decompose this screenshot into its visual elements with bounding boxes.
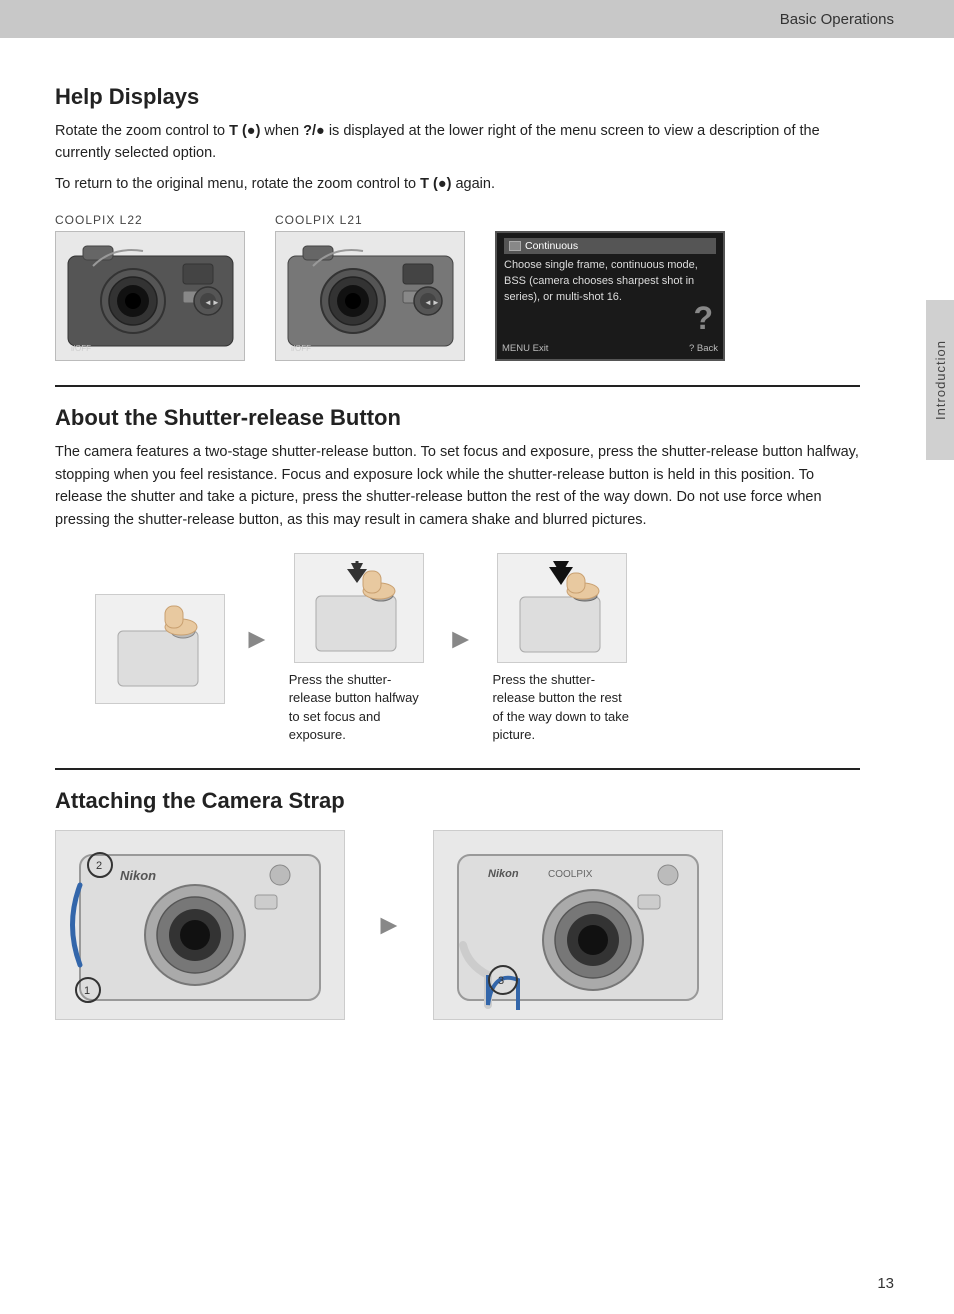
bold-T-2: T (●): [420, 176, 451, 192]
bold-T-1: T (●): [229, 123, 260, 139]
arrow-2: ►: [447, 623, 475, 655]
shutter-img-halfway: [294, 553, 424, 663]
svg-text:1: 1: [84, 985, 90, 997]
screen-icon: [509, 241, 521, 251]
shutter-rest-svg: [103, 601, 218, 696]
shutter-item-full: Press the shutter-release button the res…: [492, 553, 632, 744]
strap-title: Attaching the Camera Strap: [55, 788, 860, 814]
strap-img-2: Nikon COOLPIX 3: [433, 830, 723, 1020]
strap-img-1-svg: Nikon 1 2: [60, 835, 340, 1015]
strap-arrow: ►: [375, 909, 403, 941]
svg-text:◄►: ◄►: [424, 298, 440, 307]
page-number: 13: [877, 1275, 894, 1292]
camera-l22-svg: i/OFF ◄►: [63, 236, 238, 356]
camera-diagrams-row: COOLPIX L22: [55, 213, 860, 361]
shutter-item-halfway: Press the shutter-release button halfway…: [289, 553, 429, 744]
strap-diagrams-row: Nikon 1 2 ►: [55, 830, 860, 1020]
shutter-para: The camera features a two-stage shutter-…: [55, 441, 860, 531]
svg-text:◄►: ◄►: [204, 298, 220, 307]
camera-l22-label: COOLPIX L22: [55, 213, 143, 227]
svg-text:2: 2: [96, 860, 102, 872]
shutter-item-rest: [95, 594, 225, 704]
svg-text:i/OFF: i/OFF: [291, 344, 311, 353]
shutter-img-rest: [95, 594, 225, 704]
help-displays-para1: Rotate the zoom control to T (●) when ?/…: [55, 120, 860, 165]
camera-l21-label: COOLPIX L21: [275, 213, 363, 227]
shutter-caption-2: Press the shutter-release button the res…: [492, 671, 632, 744]
help-screen-display: Continuous Choose single frame, continuo…: [495, 213, 725, 361]
shutter-caption-1: Press the shutter-release button halfway…: [289, 671, 429, 744]
shutter-full-svg: [505, 561, 620, 656]
screen-footer-right: ? Back: [689, 343, 718, 354]
svg-text:3: 3: [498, 975, 504, 987]
camera-l22: COOLPIX L22: [55, 213, 245, 361]
symbol-help: ?/●: [303, 123, 325, 139]
strap-img-2-svg: Nikon COOLPIX 3: [438, 835, 718, 1015]
screen-footer-left: MENU Exit: [502, 343, 548, 354]
svg-text:Nikon: Nikon: [120, 868, 156, 883]
arrow-1: ►: [243, 623, 271, 655]
camera-l21-svg: i/OFF ◄►: [283, 236, 458, 356]
header-bar: Basic Operations: [0, 0, 954, 38]
camera-l21-image: i/OFF ◄►: [275, 231, 465, 361]
svg-text:i/OFF: i/OFF: [71, 344, 91, 353]
shutter-halfway-svg: [301, 561, 416, 656]
svg-text:COOLPIX: COOLPIX: [548, 869, 593, 880]
camera-l21: COOLPIX L21 i/OFF ◄►: [275, 213, 465, 361]
side-tab-label: Introduction: [933, 340, 948, 420]
screen-body-text: Choose single frame, continuous mode, BS…: [504, 258, 716, 306]
header-title: Basic Operations: [780, 11, 894, 28]
shutter-title: About the Shutter-release Button: [55, 405, 860, 431]
strap-section-divider: [55, 768, 860, 770]
help-displays-title: Help Displays: [55, 84, 860, 110]
help-displays-para2: To return to the original menu, rotate t…: [55, 173, 860, 195]
main-content: Help Displays Rotate the zoom control to…: [0, 38, 920, 1060]
screen-header: Continuous: [504, 238, 716, 254]
shutter-img-full: [497, 553, 627, 663]
camera-l22-image: i/OFF ◄►: [55, 231, 245, 361]
shutter-section-divider: [55, 385, 860, 387]
screen-footer: MENU Exit ? Back: [502, 343, 718, 354]
screen-box: Continuous Choose single frame, continuo…: [495, 231, 725, 361]
screen-question-mark: ?: [693, 300, 713, 337]
shutter-diagrams-row: ► Press the shutter-r: [95, 553, 860, 744]
screen-header-text: Continuous: [525, 240, 578, 252]
strap-img-1: Nikon 1 2: [55, 830, 345, 1020]
side-tab: Introduction: [926, 300, 954, 460]
svg-text:Nikon: Nikon: [488, 868, 519, 880]
